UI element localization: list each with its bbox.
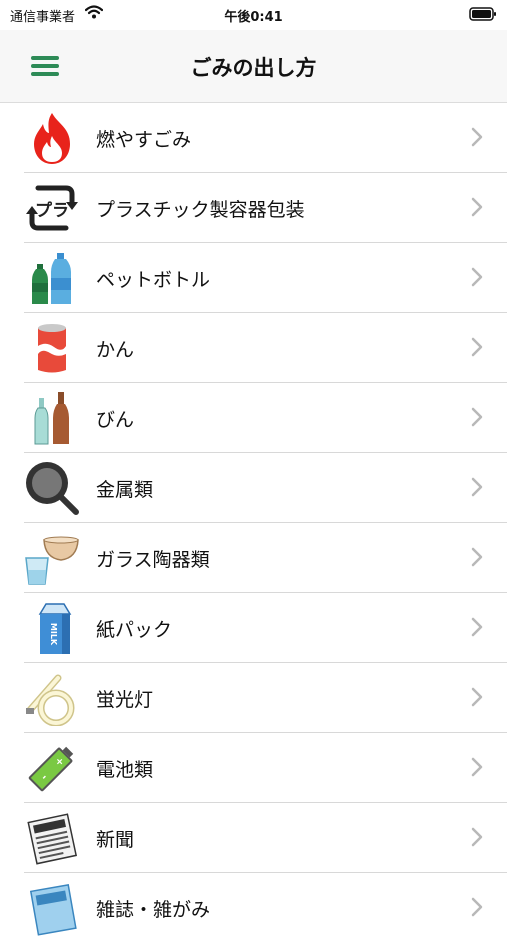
- list-item-label: 金属類: [96, 479, 154, 501]
- chevron-right-icon: [471, 757, 483, 777]
- list-item-label: ペットボトル: [96, 269, 211, 291]
- milk-carton-icon: MILK: [38, 603, 72, 654]
- list-item-magazine[interactable]: 雑誌・雑がみ: [24, 873, 507, 942]
- clock: 午後0:41: [224, 10, 283, 25]
- list-item-fluorescent[interactable]: 蛍光灯: [24, 663, 507, 733]
- page-title: ごみの出し方: [190, 56, 317, 80]
- list-item-glass-ceramics[interactable]: ガラス陶器類: [24, 523, 507, 593]
- svg-text:プラ: プラ: [35, 200, 69, 221]
- flame-icon: [34, 113, 70, 164]
- fluorescent-lamp-icon: [26, 674, 75, 726]
- chevron-right-icon: [471, 127, 483, 147]
- milk-carton-label: MILK: [49, 623, 58, 646]
- list-item-battery[interactable]: - + 電池類: [24, 733, 507, 803]
- chevron-right-icon: [471, 197, 483, 217]
- list-item-label: 新聞: [96, 829, 135, 851]
- chevron-right-icon: [471, 617, 483, 637]
- status-bar: 通信事業者 午後0:41: [0, 0, 507, 30]
- list-item-newspaper[interactable]: 新聞: [24, 803, 507, 873]
- list-item-label: かん: [96, 339, 135, 361]
- list-item-label: 電池類: [96, 759, 154, 781]
- chevron-right-icon: [471, 547, 483, 567]
- chevron-right-icon: [471, 337, 483, 357]
- list-item-label: 燃やすごみ: [96, 129, 192, 151]
- chevron-right-icon: [471, 827, 483, 847]
- chevron-right-icon: [471, 897, 483, 917]
- list-item-label: 雑誌・雑がみ: [96, 899, 211, 921]
- list-item-label: 蛍光灯: [96, 689, 154, 711]
- bowl-and-glass-icon: [25, 536, 79, 585]
- list-item-paper-carton[interactable]: MILK 紙パック: [24, 593, 507, 663]
- battery-icon: [469, 7, 496, 21]
- frying-pan-icon: [26, 462, 79, 515]
- list-item-label: ガラス陶器類: [96, 549, 210, 571]
- chevron-right-icon: [471, 477, 483, 497]
- list-item-burnable[interactable]: 燃やすごみ: [24, 103, 507, 173]
- battery-icon: - +: [28, 746, 74, 792]
- list-item-can[interactable]: かん: [24, 313, 507, 383]
- magazine-icon: [29, 883, 77, 936]
- list-item-label: プラスチック製容器包装: [96, 199, 305, 221]
- chevron-right-icon: [471, 687, 483, 707]
- chevron-right-icon: [471, 407, 483, 427]
- list-item-glass-bottle[interactable]: びん: [24, 383, 507, 453]
- list-item-label: 紙パック: [96, 619, 173, 641]
- newspaper-icon: [27, 813, 78, 865]
- chevron-right-icon: [471, 267, 483, 287]
- list-item-metal[interactable]: 金属類: [24, 453, 507, 523]
- navigation-bar: ごみの出し方: [0, 30, 507, 103]
- plastic-recycle-icon: プラ: [26, 185, 78, 231]
- pet-bottle-icon: [32, 253, 71, 304]
- list-item-label: びん: [96, 409, 135, 431]
- glass-bottle-icon: [34, 392, 69, 445]
- can-icon: [38, 324, 66, 373]
- list-item-pet-bottle[interactable]: ペットボトル: [24, 243, 507, 313]
- category-list: 燃やすごみ プラ プラスチック製容器包装 ペットボトル かん びん 金属類 ガラ…: [0, 103, 507, 942]
- list-item-plastic[interactable]: プラ プラスチック製容器包装: [24, 173, 507, 243]
